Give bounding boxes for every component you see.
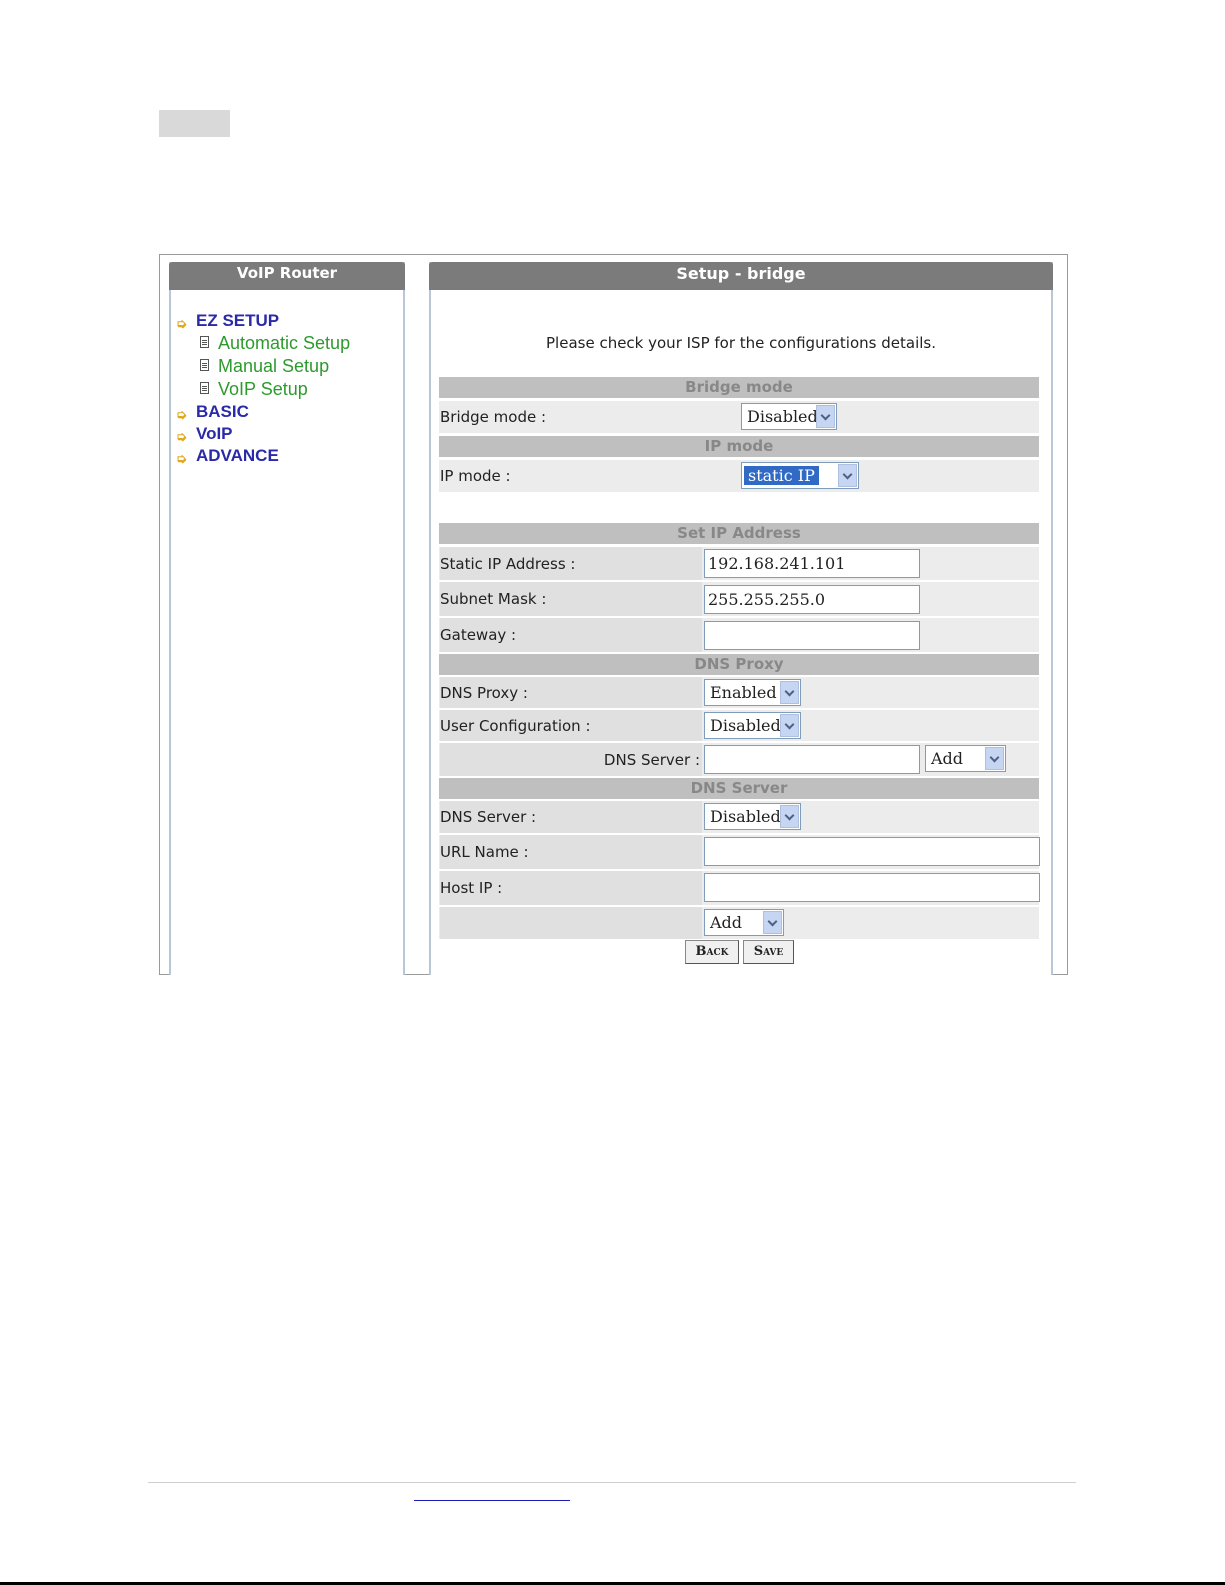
- host-ip-label: Host IP :: [440, 871, 702, 905]
- page-tab: [159, 110, 230, 137]
- empty-label: [440, 907, 702, 939]
- arrow-bullet-icon: ➭: [176, 451, 187, 466]
- dns-server-add-select[interactable]: Add: [925, 745, 1006, 772]
- menu-label: VoIP: [196, 424, 233, 443]
- section-set-ip-address: Set IP Address: [439, 523, 1039, 544]
- sidebar: VoIP Router ➭ EZ SETUP Automatic Setup M…: [169, 262, 405, 975]
- document-icon: [200, 382, 209, 394]
- row-host-add: Add: [439, 907, 1039, 939]
- row-user-configuration: User Configuration : Disabled: [439, 710, 1039, 741]
- menu-label: ADVANCE: [196, 446, 279, 465]
- section-dns-server: DNS Server: [439, 778, 1039, 799]
- select-value: static IP: [744, 466, 819, 485]
- chevron-down-icon: [763, 911, 782, 934]
- menu-manual-setup[interactable]: Manual Setup: [174, 355, 350, 378]
- chevron-down-icon: [985, 747, 1004, 770]
- menu-automatic-setup[interactable]: Automatic Setup: [174, 332, 350, 355]
- user-configuration-select[interactable]: Disabled: [704, 712, 801, 739]
- chevron-down-icon: [838, 464, 857, 487]
- row-host-ip: Host IP :: [439, 871, 1040, 905]
- user-configuration-label: User Configuration :: [440, 710, 702, 741]
- menu-voip[interactable]: ➭ VoIP: [174, 423, 350, 445]
- row-url-name: URL Name :: [439, 835, 1040, 869]
- chevron-down-icon: [780, 681, 799, 704]
- dns-server-select[interactable]: Disabled: [704, 803, 801, 830]
- menu-label: VoIP Setup: [218, 379, 308, 399]
- section-dns-proxy: DNS Proxy: [439, 654, 1039, 675]
- ip-mode-label: IP mode :: [440, 467, 511, 485]
- back-button[interactable]: Back: [685, 940, 739, 964]
- sidebar-menu: ➭ EZ SETUP Automatic Setup Manual Setup …: [174, 310, 350, 467]
- row-static-ip: Static IP Address : 192.168.241.101: [439, 547, 1039, 580]
- chevron-down-icon: [816, 405, 835, 428]
- row-bridge-mode: Bridge mode : Disabled: [439, 401, 1039, 433]
- select-value: Disabled: [710, 807, 781, 826]
- row-subnet-mask: Subnet Mask : 255.255.255.0: [439, 582, 1039, 616]
- select-value: Disabled: [710, 716, 781, 735]
- menu-label: Manual Setup: [218, 356, 330, 376]
- notice-text: Please check your ISP for the configurat…: [546, 334, 936, 352]
- dns-server-input[interactable]: [704, 745, 920, 774]
- subnet-mask-label: Subnet Mask :: [440, 582, 702, 616]
- dns-proxy-label: DNS Proxy :: [440, 677, 702, 708]
- section-ip-mode: IP mode: [439, 436, 1039, 457]
- chevron-down-icon: [780, 714, 799, 737]
- sidebar-title: VoIP Router: [169, 262, 405, 290]
- document-icon: [200, 359, 209, 371]
- section-bridge-mode: Bridge mode: [439, 377, 1039, 398]
- dns-server-label: DNS Server :: [440, 743, 702, 776]
- dns-server-label: DNS Server :: [440, 801, 702, 833]
- menu-basic[interactable]: ➭ BASIC: [174, 401, 350, 423]
- document-icon: [200, 336, 209, 348]
- host-ip-input[interactable]: [704, 873, 1040, 902]
- host-add-select[interactable]: Add: [704, 909, 784, 936]
- static-ip-input[interactable]: 192.168.241.101: [704, 549, 920, 578]
- main-title: Setup - bridge: [429, 262, 1053, 290]
- dns-proxy-select[interactable]: Enabled: [704, 679, 801, 706]
- gateway-input[interactable]: [704, 621, 920, 650]
- row-dns-server: DNS Server : Disabled: [439, 801, 1039, 833]
- menu-label: Automatic Setup: [218, 333, 351, 353]
- bridge-mode-label: Bridge mode :: [440, 408, 547, 426]
- static-ip-label: Static IP Address :: [440, 547, 702, 580]
- main-panel: Setup - bridge Please check your ISP for…: [429, 262, 1053, 975]
- row-ip-mode: IP mode : static IP: [439, 460, 1039, 492]
- gateway-label: Gateway :: [440, 618, 702, 652]
- row-dns-server-entry: DNS Server : Add: [439, 743, 1039, 776]
- row-dns-proxy: DNS Proxy : Enabled: [439, 677, 1039, 708]
- select-value: Add: [931, 749, 964, 768]
- footer-divider: [148, 1482, 1076, 1483]
- save-button[interactable]: Save: [743, 940, 794, 964]
- menu-voip-setup[interactable]: VoIP Setup: [174, 378, 350, 401]
- menu-label: EZ SETUP: [196, 311, 280, 330]
- subnet-mask-input[interactable]: 255.255.255.0: [704, 585, 920, 614]
- select-value: Add: [710, 913, 743, 932]
- menu-advance[interactable]: ➭ ADVANCE: [174, 445, 350, 467]
- bridge-mode-select[interactable]: Disabled: [741, 403, 837, 430]
- row-gateway: Gateway :: [439, 618, 1039, 652]
- menu-label: BASIC: [196, 402, 249, 421]
- select-value: Enabled: [710, 683, 777, 702]
- url-name-input[interactable]: [704, 837, 1040, 866]
- ip-mode-select[interactable]: static IP: [741, 462, 859, 489]
- menu-ez-setup[interactable]: ➭ EZ SETUP: [174, 310, 350, 332]
- footer-link-underline[interactable]: [414, 1500, 570, 1501]
- chevron-down-icon: [780, 805, 799, 828]
- url-name-label: URL Name :: [440, 835, 702, 869]
- select-value: Disabled: [747, 407, 818, 426]
